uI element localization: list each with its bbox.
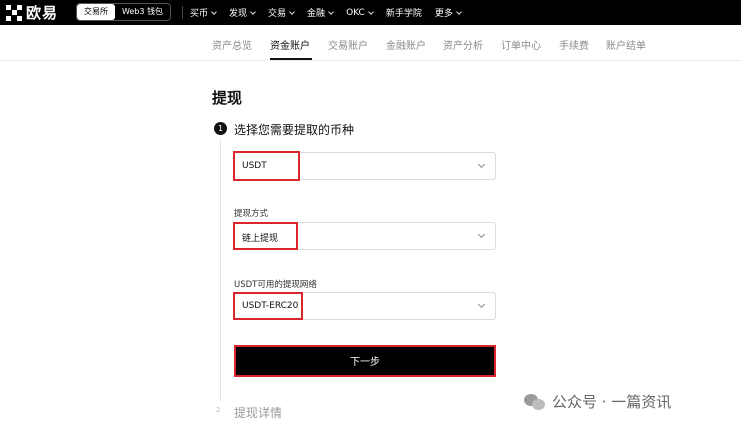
watermark: 公众号 · 一篇资讯 — [524, 391, 671, 412]
header-divider — [182, 6, 183, 19]
subnav-asset-analysis[interactable]: 资产分析 — [443, 37, 483, 52]
step-1-badge: 1 — [214, 122, 227, 135]
tab-exchange[interactable]: 交易所 — [77, 4, 115, 20]
chevron-down-icon — [368, 8, 374, 15]
nav-discover[interactable]: 发现 — [229, 6, 256, 19]
step-2-badge: 2 — [216, 406, 221, 414]
nav-finance[interactable]: 金融 — [307, 6, 334, 19]
page-title: 提现 — [212, 89, 243, 107]
tab-web3-wallet[interactable]: Web3 钱包 — [115, 4, 170, 20]
chevron-down-icon — [211, 8, 217, 15]
chevron-down-icon — [477, 300, 486, 309]
highlight-box — [233, 151, 300, 181]
subnav-fees[interactable]: 手续费 — [559, 37, 589, 52]
chevron-down-icon — [289, 8, 295, 15]
subnav-overview[interactable]: 资产总览 — [212, 37, 252, 52]
subnav-trading-account[interactable]: 交易账户 — [328, 37, 368, 52]
top-bar: 欧易 交易所 Web3 钱包 买币 发现 交易 金融 OKC 新手学院 更多 — [0, 0, 741, 25]
logo[interactable]: 欧易 — [6, 4, 59, 22]
step-connector — [220, 139, 221, 401]
next-step-button[interactable]: 下一步 — [234, 345, 496, 377]
subnav-statements[interactable]: 账户结单 — [606, 37, 646, 52]
okx-logo-icon — [6, 4, 22, 21]
main-nav: 买币 发现 交易 金融 OKC 新手学院 更多 — [190, 0, 474, 25]
nav-trade[interactable]: 交易 — [268, 6, 295, 19]
chevron-down-icon — [250, 8, 256, 15]
subnav-order-center[interactable]: 订单中心 — [501, 37, 541, 52]
nav-academy[interactable]: 新手学院 — [386, 6, 422, 19]
network-label: USDT可用的提现网络 — [234, 280, 317, 290]
nav-more[interactable]: 更多 — [435, 6, 462, 19]
step-1-title: 选择您需要提取的币种 — [234, 123, 355, 137]
chevron-down-icon — [456, 8, 462, 15]
highlight-box — [233, 222, 298, 250]
active-tab-indicator — [270, 58, 312, 60]
brand-name: 欧易 — [26, 4, 59, 22]
nav-buy-crypto[interactable]: 买币 — [190, 6, 217, 19]
method-label: 提现方式 — [234, 209, 269, 219]
subnav-funding-account[interactable]: 资金账户 — [270, 37, 310, 52]
nav-okc[interactable]: OKC — [346, 8, 374, 18]
step-2-title[interactable]: 提现详情 — [234, 404, 282, 421]
mode-switch: 交易所 Web3 钱包 — [76, 3, 171, 21]
subnav-finance-account[interactable]: 金融账户 — [386, 37, 426, 52]
chevron-down-icon — [477, 160, 486, 169]
chevron-down-icon — [328, 8, 334, 15]
highlight-box — [233, 292, 303, 320]
watermark-text: 公众号 · 一篇资讯 — [552, 393, 672, 411]
asset-subnav: 资产总览 资金账户 交易账户 金融账户 资产分析 订单中心 手续费 账户结单 — [0, 25, 741, 61]
chevron-down-icon — [477, 230, 486, 239]
wechat-icon — [524, 393, 546, 410]
